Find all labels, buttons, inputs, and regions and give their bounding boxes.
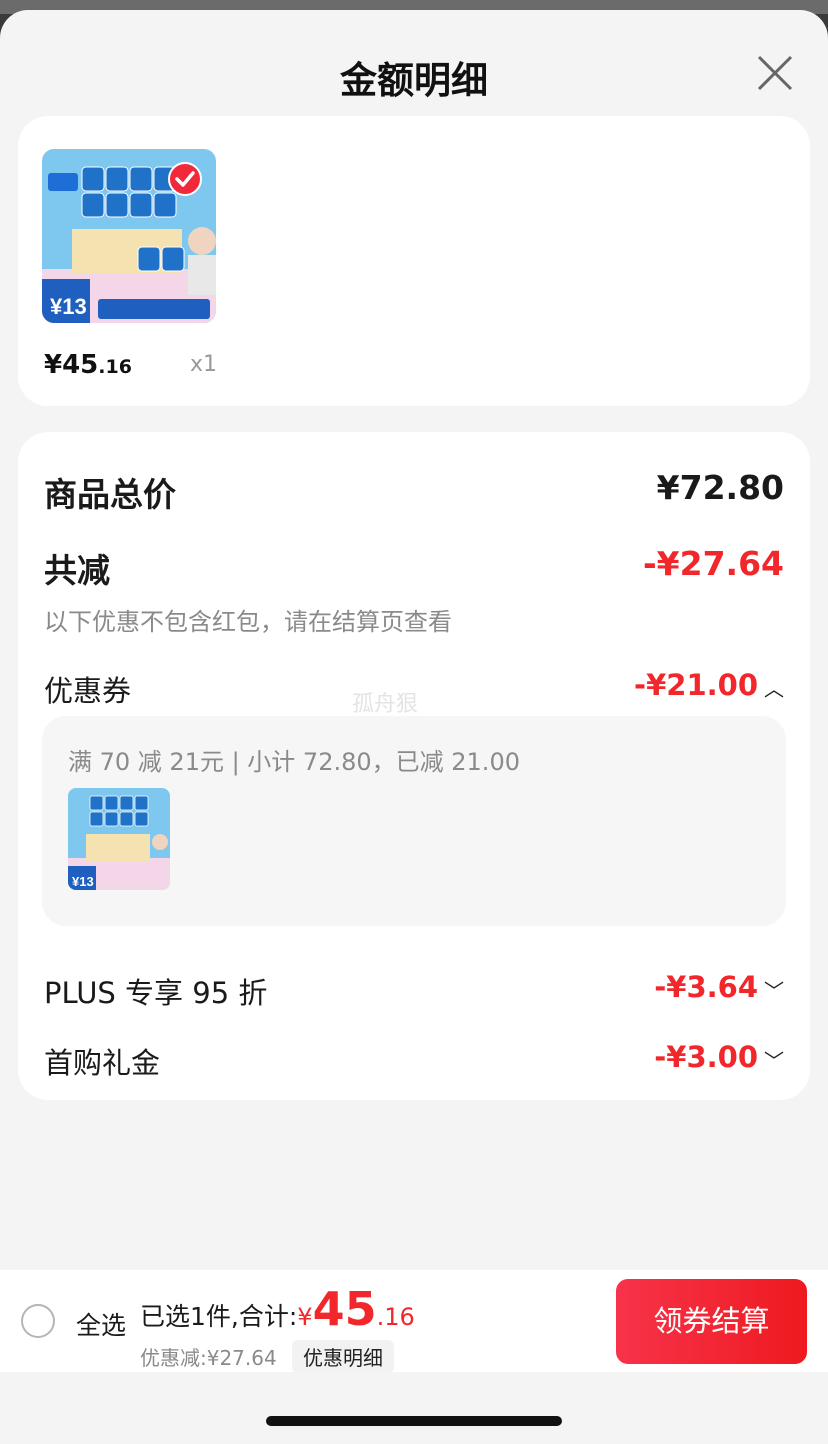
plus-discount-value: -¥3.64 (654, 970, 758, 1004)
product-quantity: x1 (190, 352, 218, 377)
plus-discount-toggle[interactable]: -¥3.64 ﹀ (654, 970, 784, 1004)
amount-detail-sheet: 金额明细 ¥13 ¥45.16 x1 商品总价 ¥72.80 共减 -¥27.6… (0, 10, 828, 1444)
product-price: ¥45.16 (44, 350, 132, 380)
home-indicator (266, 1416, 562, 1426)
selected-check-badge[interactable] (168, 162, 202, 196)
total-price-value: ¥72.80 (656, 468, 784, 507)
first-purchase-gift-value: -¥3.00 (654, 1040, 758, 1074)
total-reduce-label: 共减 (44, 551, 110, 590)
product-card: ¥13 ¥45.16 x1 (18, 116, 810, 406)
select-all-radio[interactable] (21, 1304, 55, 1338)
price-summary-card: 商品总价 ¥72.80 共减 -¥27.64 以下优惠不包含红包，请在结算页查看… (18, 432, 810, 1100)
coupon-value: -¥21.00 (634, 668, 758, 702)
discount-detail-button[interactable]: 优惠明细 (292, 1340, 394, 1373)
select-all-label[interactable]: 全选 (76, 1306, 126, 1342)
discount-note: 以下优惠不包含红包，请在结算页查看 (44, 608, 452, 636)
chevron-down-icon: ﹀ (764, 978, 784, 1003)
coupon-label: 优惠券 (44, 674, 132, 708)
first-purchase-gift-label: 首购礼金 (44, 1046, 161, 1080)
checkout-button[interactable]: 领券结算 (616, 1279, 807, 1364)
discount-total: 优惠减:¥27.64 (140, 1346, 277, 1370)
close-button[interactable] (754, 52, 796, 94)
close-icon (757, 55, 793, 91)
svg-text:¥13: ¥13 (72, 874, 94, 889)
coupon-detail-box: 满 70 减 21元 | 小计 72.80，已减 21.00 ¥13 (42, 716, 786, 926)
checkout-bar: 全选 已选1件,合计:¥45.16 优惠减:¥27.64 优惠明细 领券结算 (0, 1270, 828, 1373)
plus-discount-label: PLUS 专享 95 折 (44, 976, 268, 1010)
chevron-up-icon: ︿ (764, 676, 784, 701)
selected-total: 已选1件,合计:¥45.16 (140, 1282, 415, 1336)
coupon-product-image: ¥13 (68, 788, 170, 890)
total-reduce-value: -¥27.64 (642, 544, 784, 583)
watermark: 孤舟狠 (352, 692, 419, 717)
coupon-description: 满 70 减 21元 | 小计 72.80，已减 21.00 (68, 748, 520, 776)
total-price-label: 商品总价 (44, 475, 176, 514)
sheet-title: 金额明细 (340, 59, 488, 102)
coupon-toggle[interactable]: -¥21.00 ︿ (634, 668, 784, 702)
chevron-down-icon: ﹀ (764, 1048, 784, 1073)
check-icon (175, 171, 195, 187)
first-purchase-gift-toggle[interactable]: -¥3.00 ﹀ (654, 1040, 784, 1074)
svg-text:¥13: ¥13 (50, 294, 87, 319)
